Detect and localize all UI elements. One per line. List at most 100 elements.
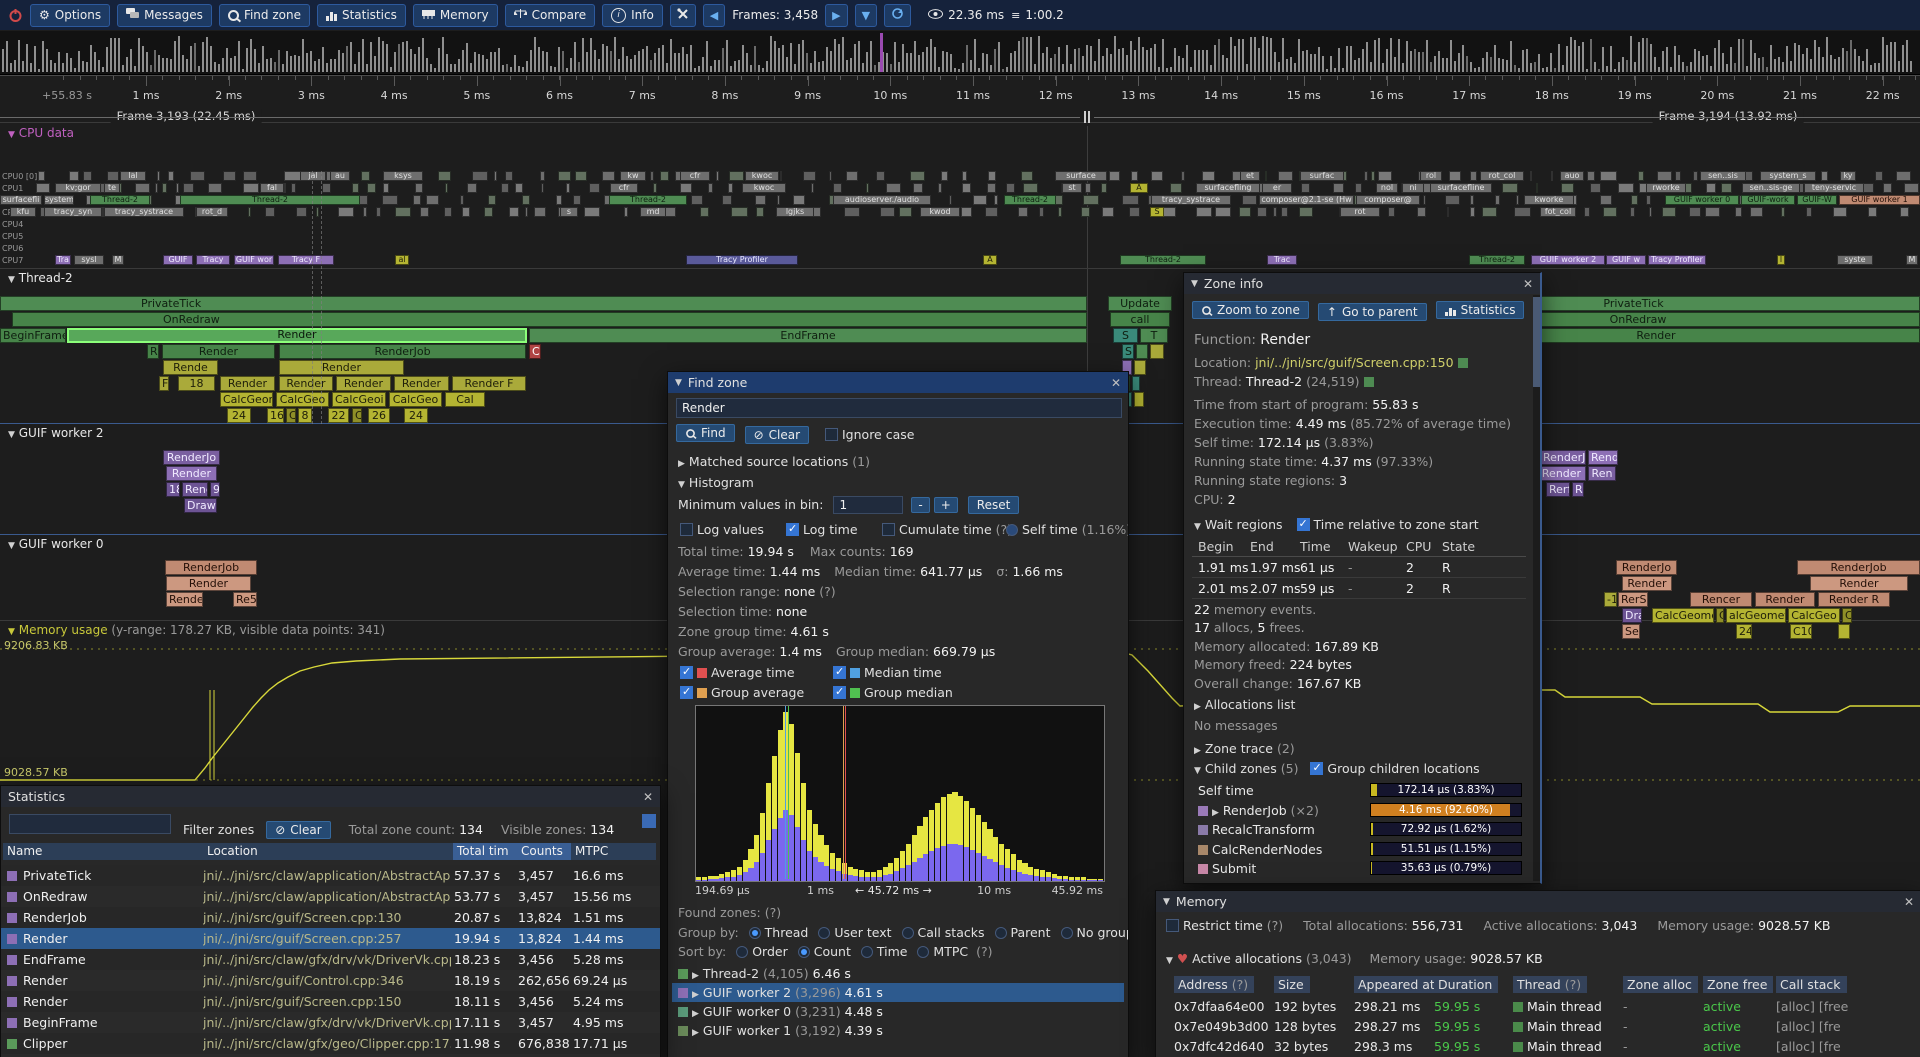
matched-locations-header[interactable]: Matched source locations [689,454,848,469]
cpu-zone[interactable]: er [1262,183,1292,193]
timeline-zone[interactable]: RenderJo [1540,450,1586,465]
cpu-zone[interactable]: l [1777,255,1785,265]
cpu-zone[interactable]: surfacefling [1196,183,1260,193]
cpu-zone[interactable]: Tracy [196,255,230,265]
legend-checkbox[interactable] [680,666,693,679]
collapse-arrow-icon[interactable]: ▼ [675,378,682,388]
timeline-zone[interactable]: Render [279,360,404,375]
memory-column-header[interactable]: Zone alloc [1623,976,1698,993]
timeline-zone[interactable] [1132,376,1140,391]
cpu-zone[interactable]: kfu [10,207,36,217]
memory-column-header[interactable]: Call stack [1776,976,1847,993]
cpu-zone[interactable]: GUIF worker 2 [1531,255,1605,265]
timeline-zone[interactable] [1136,344,1148,359]
memory-titlebar[interactable]: ▼ Memory ✕ [1156,891,1920,912]
stats-table-row[interactable]: BeginFramejni/../jni/src/claw/gfx/drv/vk… [1,1012,660,1033]
prev-frame-button[interactable]: ◀ [703,4,725,27]
timeline-zone[interactable]: 16 [267,408,284,423]
thread-section-label[interactable]: ▼ GUIF worker 0 [8,537,103,551]
frame-minimap[interactable] [0,31,1920,75]
zone-trace-header[interactable]: Zone trace [1205,741,1273,756]
cpu-zone[interactable]: fot_col [1540,207,1576,217]
cpu-zone[interactable]: surface [1055,171,1107,181]
memory-usage-section-label[interactable]: ▼ Memory usage (y-range: 178.27 KB, visi… [8,623,385,637]
memory-column-header[interactable]: Duration [1434,976,1498,993]
timeline-zone[interactable]: 24 [227,408,251,423]
timeline-zone[interactable]: C [352,408,362,423]
timeline-zone[interactable]: Rencer [1690,592,1752,607]
cpu-zone[interactable]: rot [1340,207,1380,217]
cpu-zone[interactable]: Thread-2 [609,195,687,205]
timeline-zone[interactable]: Cal [445,392,485,407]
group-by-radio[interactable] [1061,927,1073,939]
timeline-zone[interactable]: Render [1755,592,1815,607]
clear-button[interactable]: ⊘Clear [745,426,809,444]
reset-button[interactable]: Reset [968,496,1020,514]
timeline-zone[interactable]: Render [166,466,217,481]
memory-column-header[interactable]: Appeared at [1354,976,1441,993]
timeline-zone[interactable]: Render [220,376,275,391]
cumulate-time-checkbox[interactable] [882,523,895,536]
scrollbar-handle[interactable] [642,814,656,828]
stats-table-row[interactable]: Clipperjni/../jni/src/claw/gfx/geo/Clipp… [1,1033,660,1054]
scrollbar-handle[interactable] [1533,297,1540,387]
ignore-case-checkbox[interactable] [825,428,838,441]
memory-table-row[interactable]: 0x7dfc42d64032 bytes298.3 ms59.95 sMain … [1156,1037,1920,1057]
cpu-zone[interactable]: kw [620,171,646,181]
timeline-zone[interactable]: Render [394,376,449,391]
timeline-zone[interactable]: CalcGeo [1788,608,1840,623]
timeline-zone[interactable]: RenderJo [1616,560,1677,575]
messages-button[interactable]: Messages [117,4,212,27]
cpu-zone[interactable]: et [1240,171,1260,181]
timeline-zone[interactable]: Dra [1622,608,1642,623]
cpu-zone[interactable]: surfacefline [1430,183,1492,193]
legend-checkbox[interactable] [680,686,693,699]
thread-section-label[interactable]: ▼ GUIF worker 2 [8,426,103,440]
stats-table-row[interactable]: Renderjni/../jni/src/guif/Screen.cpp:257… [1,928,660,949]
filter-input[interactable] [9,814,171,834]
timeline-zone[interactable]: BeginFrame [0,328,66,343]
group-children-checkbox[interactable] [1310,762,1323,775]
group-by-radio[interactable] [995,927,1007,939]
timeline-zone[interactable] [1150,344,1164,359]
timeline-zone[interactable]: R [147,344,159,359]
cpu-zone[interactable]: cfr [680,171,710,181]
timeline-zone[interactable]: S [1122,344,1134,359]
stats-table-row[interactable]: OnRedrawjni/../jni/src/claw/application/… [1,886,660,907]
cpu-zone[interactable]: GUIF-work [1741,195,1795,205]
timeline-zone[interactable]: CalcGeome [1652,608,1714,623]
cpu-zone[interactable]: auo [1560,171,1584,181]
cpu-zone[interactable]: rol [1420,171,1442,181]
sort-by-radio[interactable] [736,946,748,958]
cpu-zone[interactable]: tracy_syn [44,207,102,217]
cpu-zone[interactable]: ky [1840,171,1856,181]
sort-by-radio[interactable] [861,946,873,958]
cpu-zone[interactable]: kwod [920,207,960,217]
close-icon[interactable]: ✕ [1904,895,1914,909]
zoom-to-frame-button[interactable] [884,4,911,27]
timeline-zone[interactable]: -17 [1604,592,1617,607]
timeline-zone[interactable]: S [1113,328,1138,343]
timeline-zone[interactable]: Render [279,376,333,391]
timeline-zone[interactable]: 8 [298,408,312,423]
zoom-to-zone-button[interactable]: Zoom to zone [1192,301,1309,319]
legend-checkbox[interactable] [833,686,846,699]
cpu-zone[interactable]: ksys [383,171,423,181]
collapse-arrow-icon[interactable]: ▼ [1191,279,1198,289]
timeline-zone[interactable]: Render [162,344,275,359]
cpu-zone[interactable]: systeme [44,195,74,205]
cpu-zone[interactable]: Tracy Profiler [1648,255,1706,265]
cpu-zone[interactable]: GUIF worker 1 [1839,195,1920,205]
timeline-zone[interactable]: Rend [182,482,208,497]
timeline-zone[interactable]: T [1140,328,1168,343]
group-by-radio[interactable] [902,927,914,939]
compare-button[interactable]: Compare [505,4,595,27]
cpu-zone[interactable]: al [395,255,409,265]
stats-table-row[interactable]: EndFramejni/../jni/src/claw/gfx/drv/vk/D… [1,949,660,970]
find-button[interactable]: Find [676,424,735,442]
wait-regions-header[interactable]: Wait regions [1205,517,1283,532]
cpu-zone[interactable]: Thread-2 [1469,255,1525,265]
cpu-zone[interactable]: st [1062,183,1082,193]
cpu-zone[interactable]: A [1130,183,1148,193]
cpu-zone[interactable]: Trac [1267,255,1297,265]
